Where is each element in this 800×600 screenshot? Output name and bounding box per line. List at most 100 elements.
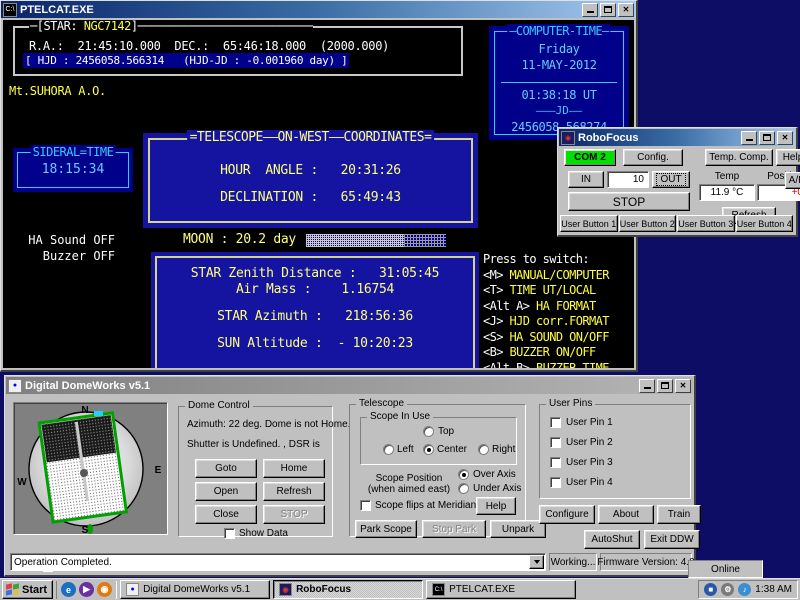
close-icon[interactable]: ✕ <box>675 378 691 393</box>
train-button[interactable]: Train <box>657 505 701 524</box>
scope-option-left[interactable]: Left <box>383 444 414 455</box>
user-pin-3-row[interactable]: User Pin 3 <box>550 457 613 468</box>
show-data-checkbox[interactable] <box>224 528 235 539</box>
user-button-3[interactable]: User Button 3 <box>677 215 735 232</box>
dome-refresh-button[interactable]: Refresh <box>263 482 325 501</box>
close-icon[interactable]: ✕ <box>777 130 793 145</box>
taskbar-item-domeworks[interactable]: ● Digital DomeWorks v5.1 <box>120 580 271 599</box>
domeworks-body: N S E W ✓ Slave to Telescope Dome Contro… <box>6 394 701 574</box>
dome-home-button[interactable]: Home <box>263 459 325 478</box>
show-data-row[interactable]: Show Data <box>224 528 288 539</box>
autoshut-button[interactable]: AutoShut <box>584 530 640 549</box>
ptelcat-window[interactable]: C:\ PTELCAT.EXE ✕ ─[STAR: NGC7142]──────… <box>0 0 638 372</box>
telescope-help-button[interactable]: Help <box>476 497 516 515</box>
focus-in-button[interactable]: IN <box>568 171 604 188</box>
start-button[interactable]: Start <box>2 580 54 599</box>
network-icon[interactable]: ■ <box>704 583 718 596</box>
browser-icon[interactable]: ◉ <box>97 582 113 597</box>
maximize-icon[interactable] <box>759 130 775 145</box>
star-panel-title: ─[STAR: NGC7142]────────────────────────… <box>29 20 314 33</box>
dome-shutter-text: Shutter is Undefined. , DSR is <box>187 439 320 450</box>
axis-option-under[interactable]: Under Axis <box>458 483 521 494</box>
media-player-icon[interactable]: ▶ <box>79 582 95 597</box>
user-pin-1-checkbox[interactable] <box>550 417 561 428</box>
taskbar-item-robofocus[interactable]: ◉ RoboFocus <box>273 580 424 599</box>
sideral-header: SIDERAL=TIME <box>30 145 116 159</box>
robofocus-window-controls[interactable]: ✕ <box>741 130 793 145</box>
user-pins-group: User Pins User Pin 1 User Pin 2 User Pin… <box>539 398 691 499</box>
volume-icon[interactable]: ♪ <box>738 583 752 596</box>
taskbar-item-ptelcat[interactable]: C:\ PTELCAT.EXE <box>426 580 577 599</box>
scope-option-top[interactable]: Top <box>423 426 454 437</box>
radio-top-icon[interactable] <box>423 426 434 437</box>
key-label: <Alt A> <box>483 298 530 313</box>
chevron-down-icon[interactable] <box>529 555 544 569</box>
ptelcat-window-controls[interactable]: ✕ <box>582 2 634 17</box>
domeworks-title-text: Digital DomeWorks v5.1 <box>25 379 151 392</box>
stop-button[interactable]: STOP <box>568 192 690 211</box>
domeworks-window[interactable]: ● Digital DomeWorks v5.1 ✕ N S E W Dome … <box>4 375 701 577</box>
user-pin-4-checkbox[interactable] <box>550 477 561 488</box>
dome-close-button[interactable]: Close <box>195 505 257 524</box>
close-icon[interactable]: ✕ <box>618 2 634 17</box>
domeworks-window-controls[interactable]: ✕ <box>639 378 691 393</box>
scope-option-center[interactable]: Center <box>423 444 467 455</box>
step-size-input[interactable]: 10 <box>607 171 649 188</box>
declination-value: 65:49:43 <box>340 190 402 205</box>
clock[interactable]: 1:38 AM <box>755 584 792 595</box>
minimize-icon[interactable] <box>582 2 598 17</box>
temp-comp-button[interactable]: Temp. Comp. <box>705 149 773 166</box>
key-label: <T> <box>483 283 503 297</box>
dome-control-legend: Dome Control <box>185 400 253 411</box>
axis-option-over[interactable]: Over Axis <box>458 469 516 480</box>
maximize-icon[interactable] <box>657 378 673 393</box>
dome-goto-button[interactable]: Goto <box>195 459 257 478</box>
settings-icon[interactable]: ⚙ <box>721 583 735 596</box>
zenith-distance-value: 31:05:45 <box>378 266 440 281</box>
park-scope-button[interactable]: Park Scope <box>355 520 417 538</box>
robofocus-titlebar[interactable]: ◉ RoboFocus ✕ <box>559 129 795 146</box>
moon-lit-portion <box>306 234 404 247</box>
user-button-4[interactable]: User Button 4 <box>735 215 793 232</box>
user-pin-3-checkbox[interactable] <box>550 457 561 468</box>
radio-center-icon[interactable] <box>423 444 434 455</box>
star-coordinates: R.A.: 21:45:10.000 DEC.: 65:46:18.000 (2… <box>29 39 390 53</box>
exit-ddw-button[interactable]: Exit DDW <box>644 530 700 549</box>
radio-left-icon[interactable] <box>383 444 394 455</box>
user-pin-2-row[interactable]: User Pin 2 <box>550 437 613 448</box>
config-button[interactable]: Config. <box>623 149 683 166</box>
scope-option-right[interactable]: Right <box>478 444 515 455</box>
ptelcat-titlebar[interactable]: C:\ PTELCAT.EXE ✕ <box>1 1 636 18</box>
robofocus-window[interactable]: ◉ RoboFocus ✕ COM 2 Config. Temp. Comp. … <box>557 127 800 237</box>
scope-flip-row[interactable]: Scope flips at Meridian <box>360 500 476 511</box>
com-port-button[interactable]: COM 2 <box>564 149 616 166</box>
user-button-2[interactable]: User Button 2 <box>618 215 676 232</box>
minimize-icon[interactable] <box>639 378 655 393</box>
azimuth-row: STAR Azimuth : 218:56:36 <box>151 309 479 324</box>
user-pin-2-checkbox[interactable] <box>550 437 561 448</box>
minimize-icon[interactable] <box>741 130 757 145</box>
user-button-1[interactable]: User Button 1 <box>560 215 618 232</box>
auto-relative-button[interactable]: A/R <box>785 172 800 189</box>
help-button[interactable]: Help <box>776 149 800 166</box>
configure-button[interactable]: Configure <box>539 505 595 524</box>
focus-out-button[interactable]: OUT <box>652 171 690 188</box>
domeworks-titlebar[interactable]: ● Digital DomeWorks v5.1 ✕ <box>6 377 693 394</box>
maximize-icon[interactable] <box>600 2 616 17</box>
radio-under-axis-icon[interactable] <box>458 483 469 494</box>
dome-visualization[interactable]: N S E W <box>13 402 168 536</box>
dome-open-button[interactable]: Open <box>195 482 257 501</box>
star-panel: ─[STAR: NGC7142]────────────────────────… <box>13 20 463 76</box>
temp-value-field: 11.9 °C <box>699 184 755 201</box>
scope-flip-checkbox[interactable] <box>360 500 371 511</box>
status-combo[interactable]: Operation Completed. <box>10 553 546 571</box>
radio-right-icon[interactable] <box>478 444 489 455</box>
internet-explorer-icon[interactable]: e <box>61 582 77 597</box>
user-pin-4-row[interactable]: User Pin 4 <box>550 477 613 488</box>
user-pin-2-label: User Pin 2 <box>566 437 613 448</box>
user-pin-1-row[interactable]: User Pin 1 <box>550 417 613 428</box>
radio-over-axis-icon[interactable] <box>458 469 469 480</box>
unpark-button[interactable]: Unpark <box>490 520 546 538</box>
star-hjd-line: [ HJD : 2456058.566314 (HJD-JD : -0.0019… <box>23 53 350 68</box>
about-button[interactable]: About <box>598 505 654 524</box>
